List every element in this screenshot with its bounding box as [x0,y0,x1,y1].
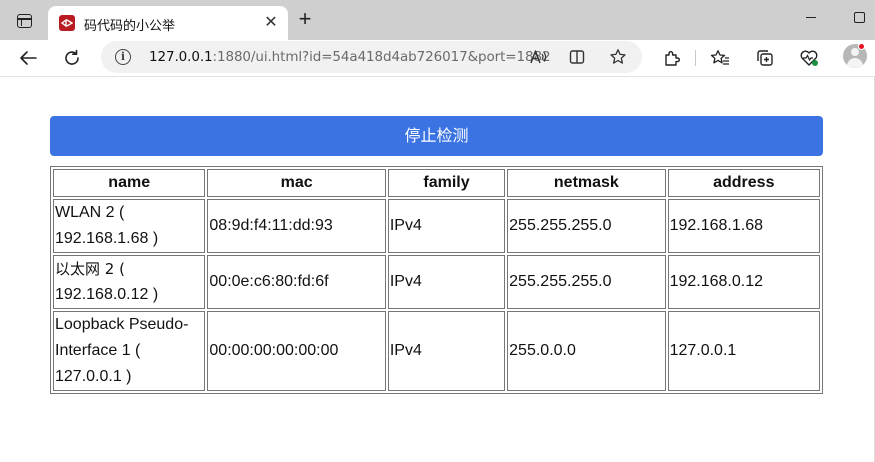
new-tab-button[interactable]: + [294,8,316,31]
cell-mac: 08:9d:f4:11:dd:93 [207,199,386,253]
column-header-family: family [387,169,506,197]
split-screen-icon[interactable] [567,47,587,67]
tab-title: 码代码的小公举 [84,19,176,34]
name-line: 127.0.0.1 ) [55,368,132,385]
heartbeat-icon[interactable] [795,44,823,72]
info-icon[interactable]: i [115,49,131,65]
cell-family: IPv4 [387,255,506,309]
cell-address: 192.168.0.12 [667,255,820,309]
refresh-icon[interactable] [58,44,86,72]
table-header-row: name mac family netmask address [53,169,820,197]
collections-icon[interactable] [751,44,779,72]
url-text[interactable]: 127.0.0.1:1880/ui.html?id=54a418d4ab7260… [149,49,551,65]
name-line: 192.168.0.12 ) [55,286,159,303]
table-row: 以太网 2 ( 192.168.0.12 ) 00:0e:c6:80:fd:6f… [53,255,820,309]
site-favicon-icon [59,15,75,31]
toolbar-divider [695,50,696,66]
column-header-address: address [667,169,820,197]
cell-name: WLAN 2 ( 192.168.1.68 ) [53,199,206,253]
notification-dot [858,43,865,50]
favorites-icon[interactable] [706,44,734,72]
tab-close-icon[interactable]: ✕ [262,14,280,32]
name-line: Loopback Pseudo- [55,316,189,333]
cell-netmask: 255.255.255.0 [507,255,666,309]
cell-mac: 00:0e:c6:80:fd:6f [207,255,386,309]
name-line: Interface 1 ( [55,342,141,359]
address-bar[interactable]: i 127.0.0.1:1880/ui.html?id=54a418d4ab72… [101,41,642,73]
page-content: 停止检测 name mac family netmask address WLA… [0,77,875,462]
cell-address: 127.0.0.1 [667,311,820,391]
cell-netmask: 255.255.255.0 [507,199,666,253]
url-path: :1880/ui.html?id=54a418d4ab726017&port=1… [212,49,551,65]
cell-family: IPv4 [387,311,506,391]
tab-strip: 码代码的小公举 ✕ + [0,0,875,40]
name-line: WLAN 2 ( [55,204,125,221]
active-tab[interactable]: 码代码的小公举 ✕ [48,6,288,40]
cell-name: Loopback Pseudo- Interface 1 ( 127.0.0.1… [53,311,206,391]
network-interfaces-table: name mac family netmask address WLAN 2 (… [50,166,823,394]
cell-name: 以太网 2 ( 192.168.0.12 ) [53,255,206,309]
cell-netmask: 255.0.0.0 [507,311,666,391]
star-icon[interactable] [608,47,628,67]
column-header-mac: mac [207,169,386,197]
minimize-window-button[interactable] [800,7,824,27]
tab-actions-icon[interactable] [10,9,38,33]
cell-address: 192.168.1.68 [667,199,820,253]
read-aloud-icon[interactable] [529,47,549,67]
browser-toolbar: i 127.0.0.1:1880/ui.html?id=54a418d4ab72… [0,40,875,76]
back-arrow-icon[interactable] [14,44,42,72]
puzzle-icon[interactable] [658,44,686,72]
column-header-name: name [53,169,206,197]
maximize-window-button[interactable] [848,7,872,27]
stop-detection-button[interactable]: 停止检测 [50,116,823,156]
url-host: 127.0.0.1 [149,49,213,65]
cell-mac: 00:00:00:00:00:00 [207,311,386,391]
column-header-netmask: netmask [507,169,666,197]
name-line: 以太网 2 ( [55,260,125,278]
table-row: Loopback Pseudo- Interface 1 ( 127.0.0.1… [53,311,820,391]
cell-family: IPv4 [387,199,506,253]
table-row: WLAN 2 ( 192.168.1.68 ) 08:9d:f4:11:dd:9… [53,199,820,253]
name-line: 192.168.1.68 ) [55,230,159,247]
